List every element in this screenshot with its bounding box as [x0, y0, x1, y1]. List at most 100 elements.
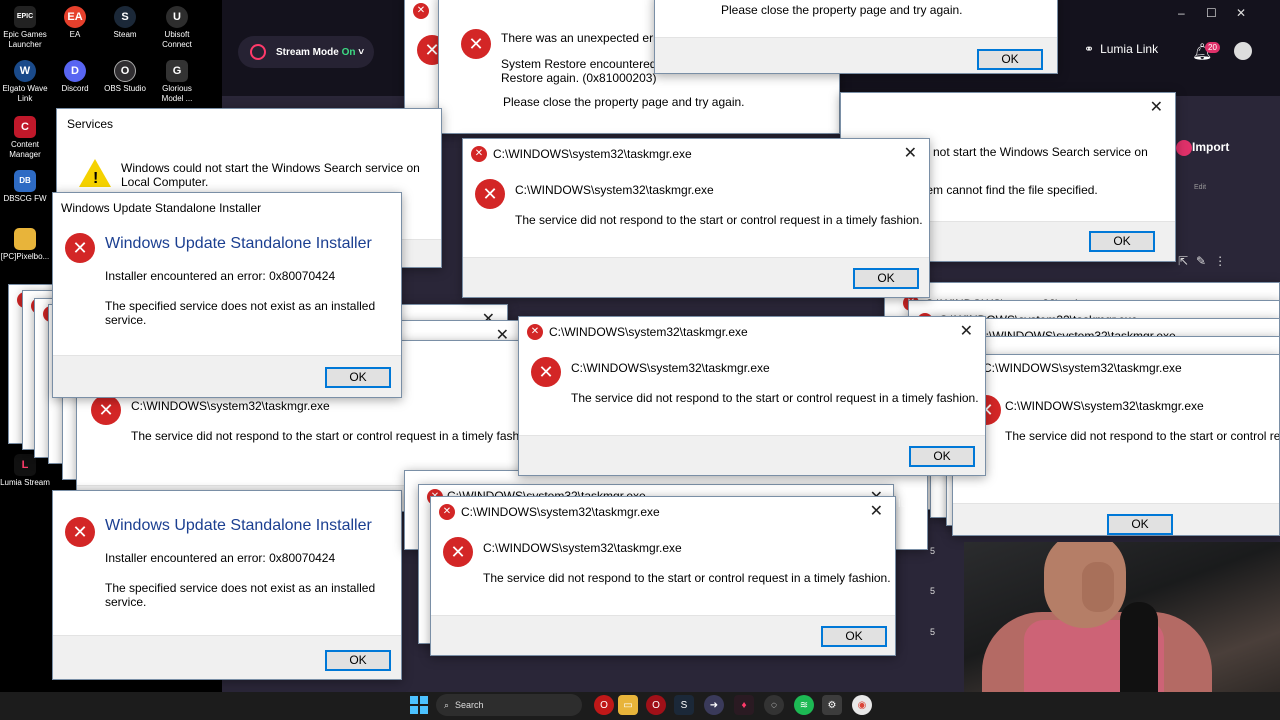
taskmgr-path-text: C:\WINDOWS\system32\taskmgr.exe	[571, 361, 770, 375]
services-error-text: Windows could not start the Windows Sear…	[121, 161, 420, 175]
opera-gx-icon[interactable]: O	[646, 695, 666, 715]
ok-button[interactable]: OK	[977, 49, 1043, 70]
taskbar-search[interactable]: ⌕ Search	[436, 694, 582, 716]
error-icon: ✕	[65, 233, 95, 263]
glorious-icon: G	[166, 60, 188, 82]
side-number: 5	[930, 546, 936, 556]
restore-error-text: System Restore encountered an	[501, 57, 674, 71]
close-icon[interactable]: ✕	[870, 501, 883, 521]
minimize-button[interactable]: –	[1178, 6, 1185, 20]
edit-column-label: Edit	[1194, 184, 1207, 191]
side-number: 5	[930, 627, 936, 637]
desktop-icon-label: Content Manager	[9, 140, 41, 159]
lumia-logo-icon	[250, 44, 266, 60]
taskmgr-path-text: C:\WINDOWS\system32\taskmgr.exe	[1005, 399, 1204, 413]
desktop-icon-wavelink[interactable]: W Elgato Wave Link	[0, 60, 50, 104]
ubisoft-icon: U	[166, 6, 188, 28]
desktop-icon-pixelbo[interactable]: ▭ [PC]Pixelbo...	[0, 228, 50, 262]
opera-icon[interactable]: O	[594, 695, 614, 715]
wusa-dialog: ✕ Windows Update Standalone Installer In…	[52, 490, 402, 680]
services-error-text: d not start the Windows Search service o…	[923, 145, 1148, 159]
search-placeholder: Search	[455, 700, 484, 710]
taskmgr-dialog: ✕ C:\WINDOWS\system32\taskmgr.exe ✕ ✕ C:…	[462, 138, 930, 298]
ok-button[interactable]: OK	[821, 626, 887, 647]
lumia-link-button[interactable]: ⚭ Lumia Link	[1084, 42, 1158, 56]
services-error-text: tem cannot find the file specified.	[923, 183, 1098, 197]
close-icon[interactable]: ✕	[904, 143, 917, 163]
dialog-title: C:\WINDOWS\system32\taskmgr.exe	[983, 361, 1182, 375]
app-icon[interactable]: ◌	[764, 695, 784, 715]
taskbar	[0, 692, 1280, 720]
taskmgr-error-text: The service did not respond to the start…	[131, 429, 536, 443]
desktop-icon-label: Steam	[113, 30, 137, 39]
system-restore-dialog: Please close the property page and try a…	[654, 0, 1058, 74]
desktop-icon-steam[interactable]: S Steam	[100, 6, 150, 40]
desktop-icon-glorious[interactable]: G Glorious Model ...	[152, 60, 202, 104]
link-icon: ⚭	[1084, 42, 1095, 56]
lumia-stream-icon[interactable]: ♦	[734, 695, 754, 715]
wusa-heading: Windows Update Standalone Installer	[105, 517, 372, 534]
ok-button[interactable]: OK	[1107, 514, 1173, 535]
row-actions[interactable]: ⇱✎⋮	[1178, 254, 1234, 268]
spotify-icon[interactable]: ≋	[794, 695, 814, 715]
wave-link-icon: W	[14, 60, 36, 82]
maximize-button[interactable]: ☐	[1206, 6, 1217, 20]
wusa-error-text: The specified service does not exist as …	[105, 581, 376, 595]
ok-button[interactable]: OK	[1089, 231, 1155, 252]
close-icon[interactable]: ✕	[1150, 97, 1163, 117]
desktop-icon-content-manager[interactable]: C Content Manager	[0, 116, 50, 160]
error-icon: ✕	[471, 146, 487, 162]
desktop-icon-label: [PC]Pixelbo...	[0, 252, 50, 261]
restore-error-text: Restore again. (0x81000203)	[501, 71, 657, 85]
desktop-icon-obs[interactable]: O OBS Studio	[100, 60, 150, 94]
error-icon: ✕	[527, 324, 543, 340]
error-icon: ✕	[461, 29, 491, 59]
ok-button[interactable]: OK	[325, 367, 391, 388]
wusa-heading: Windows Update Standalone Installer	[105, 235, 372, 252]
desktop-icon-dbscg[interactable]: DB DBSCG FW	[0, 170, 50, 204]
desktop-icon-label: Elgato Wave Link	[2, 84, 48, 103]
desktop-icon-ubisoft[interactable]: U Ubisoft Connect	[152, 6, 202, 50]
dialog-title: Services	[67, 117, 114, 131]
chrome-icon[interactable]: ◉	[852, 695, 872, 715]
wusa-error-text: service.	[105, 595, 147, 609]
close-window-button[interactable]: ✕	[1236, 6, 1246, 20]
content-manager-icon: C	[14, 116, 36, 138]
import-button[interactable]: Import	[1192, 140, 1229, 154]
import-icon	[1176, 140, 1192, 156]
dialog-title: C:\WINDOWS\system32\taskmgr.exe	[461, 505, 660, 519]
restore-error-text: Please close the property page and try a…	[503, 95, 745, 109]
wusa-error-text: service.	[105, 313, 147, 327]
app-icon[interactable]: ➜	[704, 695, 724, 715]
wusa-error-text: The specified service does not exist as …	[105, 299, 376, 313]
stream-mode-toggle[interactable]: Stream Mode On ˅	[238, 36, 374, 68]
windows-start-icon[interactable]	[410, 696, 428, 714]
desktop-icon-lumia[interactable]: L Lumia Stream	[0, 454, 50, 488]
ok-button[interactable]: OK	[853, 268, 919, 289]
desktop-icon-label: DBSCG FW	[3, 194, 47, 203]
settings-gear-icon[interactable]: ⚙	[822, 695, 842, 715]
desktop-icon-label: Glorious Model ...	[161, 84, 193, 103]
wusa-dialog: Windows Update Standalone Installer ✕ Wi…	[52, 192, 402, 398]
ok-button[interactable]: OK	[909, 446, 975, 467]
taskmgr-error-text: The service did not respond to the start…	[483, 571, 891, 585]
steam-icon: S	[114, 6, 136, 28]
desktop-icon-label: Epic Games Launcher	[3, 30, 47, 49]
dialog-title: Windows Update Standalone Installer	[61, 201, 262, 215]
steam-icon[interactable]: S	[674, 695, 694, 715]
taskmgr-dialog: ✕ C:\WINDOWS\system32\taskmgr.exe ✕ ✕ C:…	[518, 316, 986, 476]
lumia-stream-icon: L	[14, 454, 36, 476]
webcam-person-hand	[1082, 562, 1114, 612]
ok-button[interactable]: OK	[325, 650, 391, 671]
desktop-icon-discord[interactable]: D Discord	[50, 60, 100, 94]
obs-icon: O	[114, 60, 136, 82]
error-icon: ✕	[413, 3, 429, 19]
taskmgr-path-text: C:\WINDOWS\system32\taskmgr.exe	[483, 541, 682, 555]
avatar[interactable]	[1234, 42, 1252, 60]
desktop-icon-epic[interactable]: EPIC Epic Games Launcher	[0, 6, 50, 50]
file-explorer-icon[interactable]: ▭	[618, 695, 638, 715]
taskmgr-path-text: C:\WINDOWS\system32\taskmgr.exe	[515, 183, 714, 197]
close-icon[interactable]: ✕	[960, 321, 973, 341]
taskmgr-error-text: The service did not respond to the start…	[1005, 429, 1280, 443]
desktop-icon-ea[interactable]: EA EA	[50, 6, 100, 40]
